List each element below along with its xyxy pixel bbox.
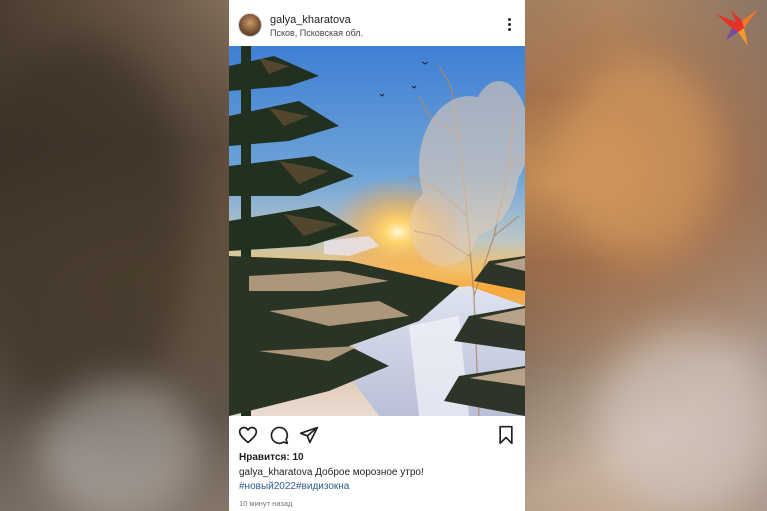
background-blur-left (0, 40, 190, 420)
post-username[interactable]: galya_kharatova (270, 14, 351, 26)
post-caption: galya_kharatova Доброе морозное утро! (239, 467, 424, 478)
avatar[interactable] (238, 13, 262, 37)
background-blur-snow (40, 380, 200, 511)
instagram-post-card: galya_kharatova Псков, Псковская обл. Нр… (229, 0, 525, 511)
caption-text: Доброе морозное утро! (315, 467, 424, 478)
blurred-background: galya_kharatova Псков, Псковская обл. Нр… (0, 0, 767, 511)
more-vertical-icon[interactable] (507, 18, 513, 32)
likes-count[interactable]: Нравится: 10 (239, 452, 304, 463)
post-timestamp: 10 минут назад (239, 499, 293, 508)
winter-sunrise-photo (229, 46, 525, 416)
send-icon[interactable] (299, 425, 319, 445)
comment-icon[interactable] (269, 425, 289, 445)
post-location[interactable]: Псков, Псковская обл. (270, 28, 363, 38)
heart-icon[interactable] (238, 425, 258, 445)
bookmark-icon[interactable] (496, 425, 516, 445)
caption-username[interactable]: galya_kharatova (239, 467, 312, 478)
bird-logo-icon (716, 9, 758, 46)
post-hashtags[interactable]: #новый2022#видизокна (239, 481, 349, 492)
post-photo[interactable] (229, 46, 525, 416)
background-blur-sun (560, 60, 720, 260)
post-actions-bar (229, 416, 525, 452)
background-blur-right-snow (600, 330, 767, 510)
post-header: galya_kharatova Псков, Псковская обл. (229, 0, 525, 46)
